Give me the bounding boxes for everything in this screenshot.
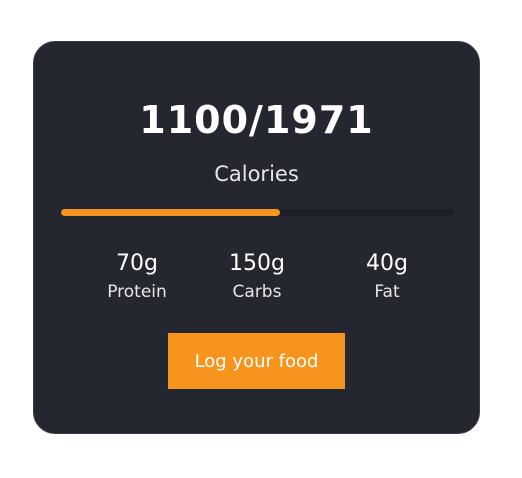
macro-protein-amount: 70g: [116, 251, 158, 276]
macro-fat-amount: 40g: [366, 251, 408, 276]
calorie-unit-label: Calories: [214, 162, 299, 186]
macro-carbs-label: Carbs: [232, 282, 282, 302]
calorie-progress-fill: [61, 209, 281, 216]
calorie-total: 1100/1971: [139, 98, 374, 142]
macros-row: 70g Protein 150g Carbs 40g Fat: [34, 250, 479, 310]
macro-protein-label: Protein: [107, 282, 167, 302]
macro-fat: 40g Fat: [332, 250, 442, 306]
macro-carbs: 150g Carbs: [202, 250, 312, 306]
calorie-card: 1100/1971 Calories 70g Protein 150g Carb…: [33, 41, 480, 434]
macro-protein: 70g Protein: [82, 250, 192, 306]
log-food-button[interactable]: Log your food: [168, 333, 345, 389]
macro-fat-label: Fat: [374, 282, 400, 302]
calorie-progress-bar: [61, 209, 454, 216]
macro-carbs-amount: 150g: [229, 251, 285, 276]
